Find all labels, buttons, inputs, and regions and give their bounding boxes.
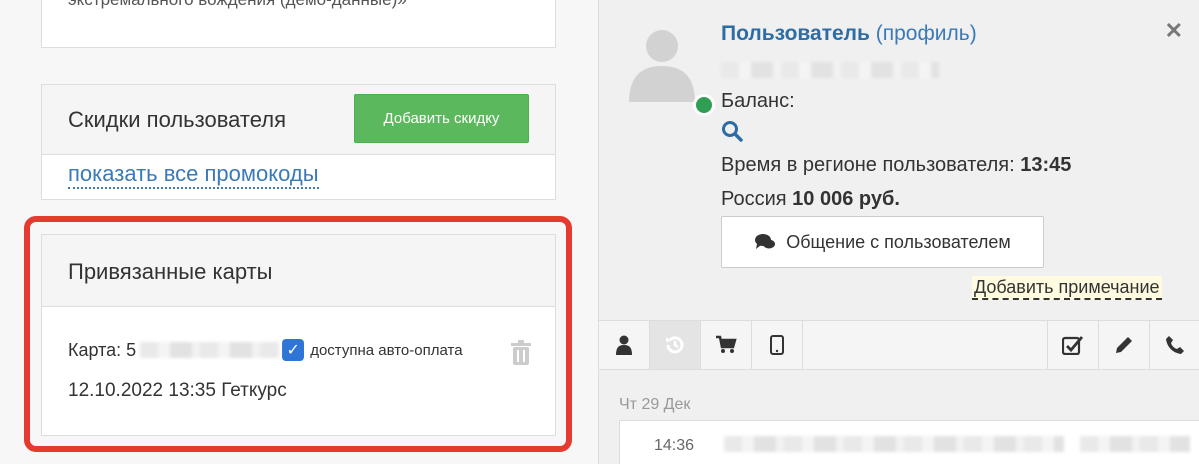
region-time-line: Время в регионе пользователя: 13:45 <box>721 154 1071 177</box>
message-text-redacted <box>1080 436 1190 452</box>
tab-edit[interactable] <box>1098 321 1149 369</box>
mobile-icon <box>770 335 784 355</box>
feed-day: Чт 29 Дек <box>619 396 691 413</box>
phone-icon <box>1166 336 1184 354</box>
user-sidebar: Пользователь (профиль) ✕ Баланс: Время в… <box>598 0 1199 464</box>
country-amount-line: Россия 10 006 руб. <box>721 188 900 211</box>
pencil-icon <box>1116 337 1132 353</box>
history-icon <box>666 336 684 354</box>
chat-with-user-button[interactable]: Общение с пользователем <box>721 216 1044 268</box>
profile-link[interactable]: (профиль) <box>876 22 977 45</box>
discounts-panel: Скидки пользователя Добавить скидку пока… <box>41 84 556 200</box>
user-email-redacted <box>721 62 939 78</box>
chat-button-label: Общение с пользователем <box>786 231 1011 252</box>
message-text-redacted <box>724 436 1064 452</box>
left-column: экстремального вождения (демо-данные)» С… <box>0 0 598 464</box>
avatar-placeholder-icon <box>629 30 695 102</box>
tab-mobile[interactable] <box>752 321 803 369</box>
add-discount-button[interactable]: Добавить скидку <box>354 94 529 143</box>
add-note-link[interactable]: Добавить примечание <box>972 276 1162 300</box>
search-icon[interactable] <box>721 120 743 142</box>
tab-cart[interactable] <box>701 321 752 369</box>
discounts-header: Скидки пользователя Добавить скидку <box>42 85 555 155</box>
online-status-dot <box>693 94 715 116</box>
user-name[interactable]: Пользователь <box>721 22 870 45</box>
tab-user[interactable] <box>599 321 650 369</box>
cart-icon <box>716 335 737 353</box>
product-text: экстремального вождения (демо-данные)» <box>68 0 407 10</box>
amount: 10 006 руб. <box>792 188 900 210</box>
country: Россия <box>721 188 787 210</box>
tab-history[interactable] <box>650 321 701 369</box>
user-icon <box>616 335 632 355</box>
show-promocodes-link[interactable]: показать все промокоды <box>68 161 319 189</box>
message-time: 14:36 <box>654 437 695 454</box>
region-time-value: 13:45 <box>1020 154 1072 176</box>
checkbox-icon <box>1062 336 1084 355</box>
close-icon[interactable]: ✕ <box>1165 18 1183 44</box>
discounts-title: Скидки пользователя <box>68 107 286 132</box>
comments-icon <box>755 234 776 249</box>
highlight-frame <box>24 216 572 452</box>
sidebar-tabs <box>599 320 1199 370</box>
feed-message: 14:36 <box>619 420 1199 464</box>
region-time-label: Время в регионе пользователя: <box>721 154 1015 176</box>
tab-call[interactable] <box>1149 321 1199 369</box>
product-panel: экстремального вождения (демо-данные)» <box>41 0 556 48</box>
tab-tasks[interactable] <box>1047 321 1098 369</box>
balance-label: Баланс: <box>721 90 795 112</box>
user-name-line: Пользователь (профиль) <box>721 22 977 46</box>
